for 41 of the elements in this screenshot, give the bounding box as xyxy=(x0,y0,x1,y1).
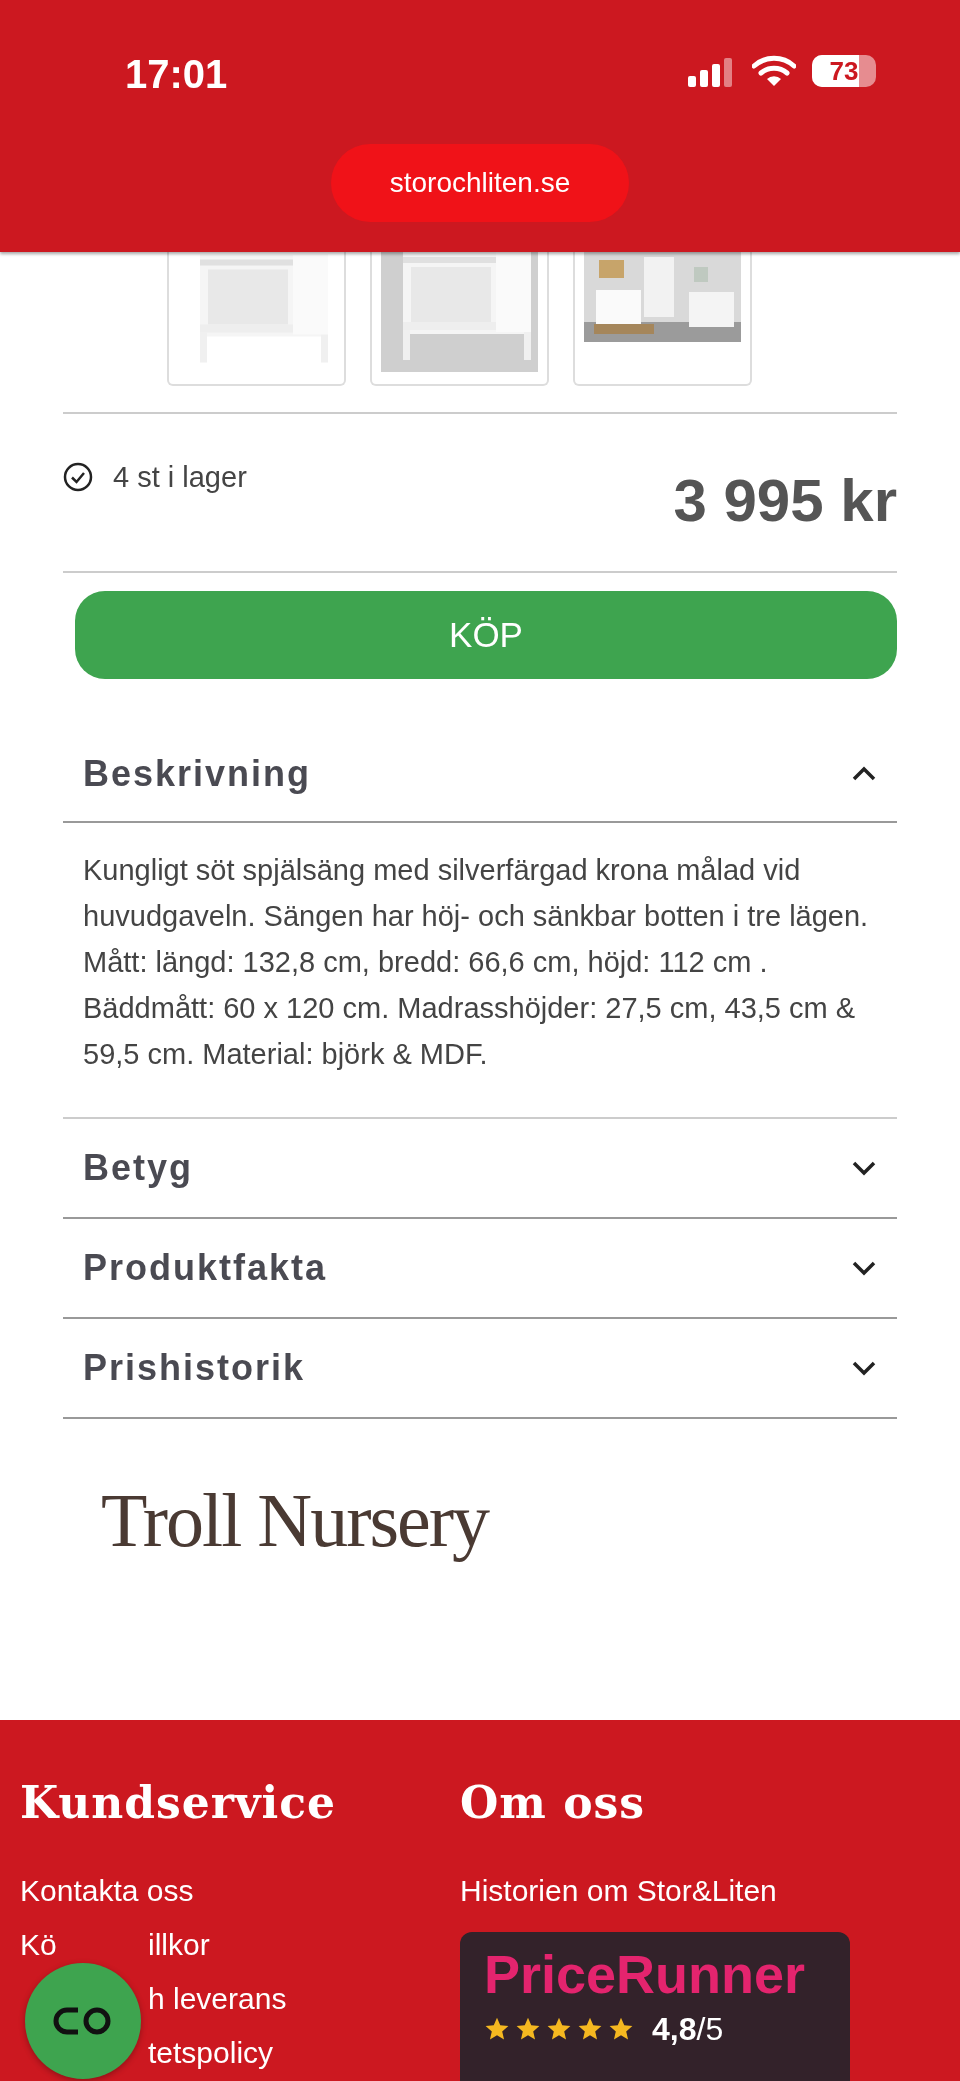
product-thumbnail[interactable] xyxy=(369,252,549,386)
rating-text: 4,8/5 xyxy=(652,2010,724,2048)
footer-heading: Om oss xyxy=(460,1778,647,1828)
section-title: Prishistorik xyxy=(83,1346,306,1390)
product-thumbnail[interactable] xyxy=(572,252,752,386)
accordion-header[interactable]: Prishistorik xyxy=(63,1319,897,1419)
section-title: Produktfakta xyxy=(83,1246,328,1290)
chevron-down-icon xyxy=(851,1160,877,1176)
footer-heading: Kundservice xyxy=(20,1778,338,1828)
star-icon xyxy=(484,2016,510,2042)
footer-link[interactable]: h leverans xyxy=(148,1972,287,2026)
product-thumbnail[interactable] xyxy=(166,252,346,386)
accordion-header[interactable]: Beskrivning xyxy=(63,727,897,823)
footer-link[interactable]: illkor xyxy=(148,1918,210,1972)
star-icon xyxy=(577,2016,603,2042)
pricerunner-logo: PriceRunner xyxy=(484,1944,806,2004)
product-price: 3 995 kr xyxy=(673,466,897,536)
section-description: Kungligt söt spjälsäng med silverfärgad krona målad vid huvudgaveln. Sängen har höj- och sänkbar botten i tre lägen. Mått: längd: 132,8 cm, bredd: 66,6 cm, höjd: 112 cm . Bäddmått: 60 x 120 cm. Madrasshöjder: 27,5 cm, 43,5 cm & 59,5 cm. Material: björk & MDF. xyxy=(83,853,870,1072)
pricerunner-badge[interactable]: PriceRunner 4,8/5 xyxy=(460,1932,850,2081)
footer-link[interactable]: Historien om Stor&Liten xyxy=(460,1864,777,1918)
star-icon xyxy=(608,2016,634,2042)
brand-logo: Troll Nursery xyxy=(101,1477,489,1564)
section-title: Betyg xyxy=(83,1146,194,1190)
url-field[interactable]: storochliten.se xyxy=(331,144,629,222)
check-circle-icon xyxy=(63,462,93,492)
accordion-header[interactable]: Betyg xyxy=(63,1119,897,1219)
status-time: 17:01 xyxy=(125,51,228,98)
wifi-icon xyxy=(752,54,796,88)
footer-link[interactable]: tetspolicy xyxy=(148,2026,274,2080)
stock-status: 4 st i lager xyxy=(113,460,247,494)
star-icon xyxy=(546,2016,572,2042)
star-icon xyxy=(515,2016,541,2042)
buy-button[interactable]: KÖP xyxy=(75,591,897,679)
section-title: Beskrivning xyxy=(83,752,312,796)
chevron-down-icon xyxy=(851,1260,877,1276)
footer-link[interactable]: Kö xyxy=(20,1928,57,1961)
footer-link[interactable]: Kontakta oss xyxy=(20,1864,194,1918)
battery-level: 73 xyxy=(828,55,860,87)
chevron-down-icon xyxy=(851,1360,877,1376)
accordion-header[interactable]: Produktfakta xyxy=(63,1219,897,1319)
chevron-up-icon xyxy=(851,766,877,782)
